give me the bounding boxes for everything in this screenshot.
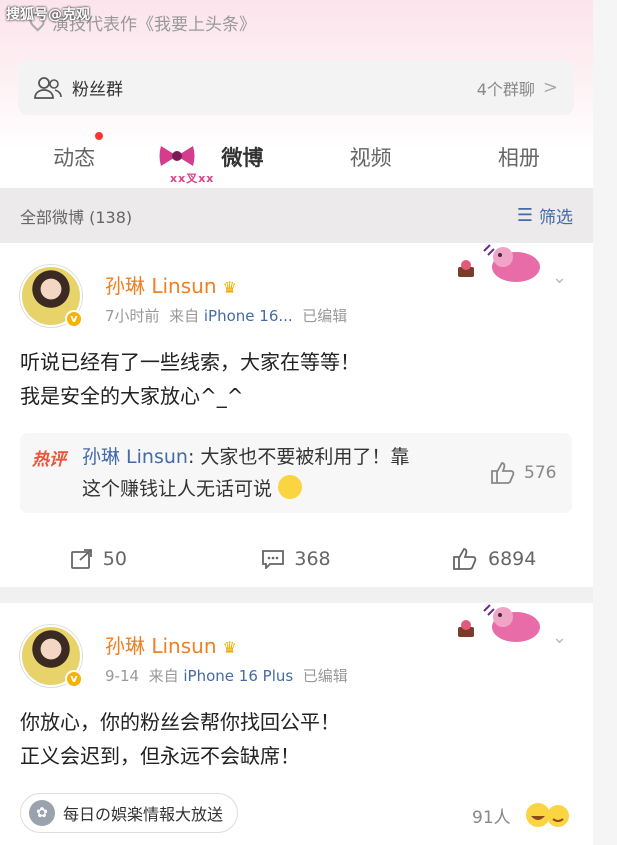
post-text: 听说已经有了一些线索，大家在等等！ 我是安全的大家放心^_^ (20, 350, 360, 408)
sticker-icon (458, 603, 548, 649)
hot-comment-author[interactable]: 孙琳 Linsun (82, 446, 188, 468)
tab-dynamics[interactable]: 动态 (0, 128, 148, 188)
repost-button[interactable]: 50 (0, 541, 198, 577)
chevron-down-icon[interactable]: ⌄ (552, 627, 567, 648)
filter-bar: 全部微博 (138) ☰ 筛选 (0, 188, 593, 243)
fans-group-card[interactable]: 粉丝群 4个群聊 > (18, 60, 574, 115)
topic-chip[interactable]: ✿ 每日の娯楽情報大放送 (20, 793, 239, 833)
sticker-icon (458, 243, 548, 289)
smile-emoji-icon (278, 475, 303, 499)
profile-page: 搜狐号@克观 演技代表作《我要上头条》 粉丝群 4个群聊 > 动态 微博 视频 … (0, 0, 593, 845)
notification-dot (95, 132, 103, 140)
post-card: v 孙琳 Linsun ♛ 7小时前 来自 iPhone 16... 已编辑 ⌄ … (0, 243, 593, 587)
flower-icon: ✿ (29, 800, 55, 826)
chevron-down-icon[interactable]: ⌄ (552, 267, 567, 288)
readers-count: 91人 (472, 808, 511, 828)
post-meta: 7小时前 来自 iPhone 16... 已编辑 (105, 307, 348, 325)
comment-icon (262, 550, 285, 569)
laugh-emoji-icon (524, 800, 572, 834)
hot-comment-text: 孙琳 Linsun: 大家也不要被利用了！靠 这个赚钱让人无话可说 (82, 446, 410, 500)
watermark: 搜狐号@克观 (6, 7, 90, 23)
profile-tabs: 动态 微博 视频 相册 (0, 128, 593, 188)
group-icon (34, 76, 62, 100)
post-actions: 50 368 6894 (0, 541, 593, 577)
fans-group-label: 粉丝群 (72, 80, 123, 100)
filter-button[interactable]: ☰ 筛选 (517, 203, 573, 228)
tab-weibo-sub: xx叉xx (170, 172, 215, 185)
hot-comment-like[interactable]: 576 (490, 461, 556, 485)
tab-video[interactable]: 视频 (297, 128, 445, 188)
comment-button[interactable]: 368 (198, 541, 396, 577)
share-icon (70, 549, 92, 569)
like-button[interactable]: 6894 (395, 541, 593, 577)
hot-comment[interactable]: 热评 孙琳 Linsun: 大家也不要被利用了！靠 这个赚钱让人无话可说 576 (20, 433, 572, 513)
post-text: 你放心，你的粉丝会帮你找回公平！ 正义会迟到，但永远不会缺席！ (20, 710, 340, 768)
verified-badge-icon: v (65, 670, 83, 688)
verified-badge-icon: v (65, 310, 83, 328)
filter-icon: ☰ (516, 205, 533, 226)
chevron-right-icon: > (542, 77, 558, 98)
author-name[interactable]: 孙琳 Linsun ♛ (105, 630, 237, 659)
tab-album[interactable]: 相册 (445, 128, 593, 188)
post-separator (0, 587, 593, 603)
crown-icon: ♛ (222, 278, 237, 297)
post-meta: 9-14 来自 iPhone 16 Plus 已编辑 (105, 667, 348, 685)
all-posts-count: 全部微博 (138) (20, 207, 133, 227)
bow-icon (158, 144, 196, 172)
side-strip (593, 0, 617, 845)
fans-group-count: 4个群聊 (476, 79, 535, 99)
hot-comment-tag: 热评 (32, 450, 66, 470)
author-name[interactable]: 孙琳 Linsun ♛ (105, 270, 237, 299)
crown-icon: ♛ (222, 638, 237, 657)
thumbs-up-icon (491, 462, 515, 484)
thumbs-up-icon (453, 548, 477, 570)
post-card: v 孙琳 Linsun ♛ 9-14 来自 iPhone 16 Plus 已编辑 … (0, 603, 593, 845)
